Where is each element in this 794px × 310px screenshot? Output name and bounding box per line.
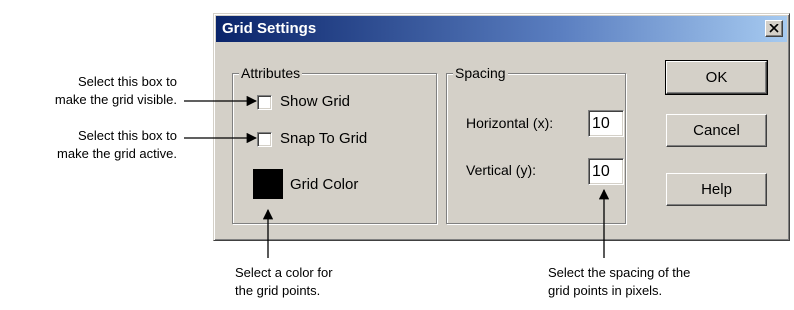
snap-to-grid-checkbox[interactable] [257, 131, 272, 147]
snap-to-grid-checkbox-row[interactable]: Snap To Grid [257, 130, 367, 148]
annotation-line: Select a color for [235, 265, 333, 280]
annotation-line: make the grid active. [57, 146, 177, 161]
dialog-title: Grid Settings [222, 20, 317, 37]
horizontal-spacing-input[interactable]: 10 [588, 110, 624, 137]
attributes-legend: Attributes [239, 65, 303, 81]
annotation-show-grid: Select this box to make the grid visible… [55, 73, 177, 109]
vertical-spacing-input[interactable]: 10 [588, 158, 624, 185]
annotation-spacing: Select the spacing of the grid points in… [548, 264, 690, 300]
annotation-line: Select the spacing of the [548, 265, 691, 280]
vertical-spacing-label: Vertical (y): [466, 162, 537, 178]
annotation-line: make the grid visible. [54, 92, 177, 107]
title-bar[interactable]: Grid Settings [216, 16, 787, 42]
ok-button[interactable]: OK [665, 60, 768, 95]
spacing-groupbox: Spacing [446, 65, 626, 224]
show-grid-checkbox[interactable] [257, 94, 272, 110]
horizontal-spacing-label: Horizontal (x): [466, 115, 554, 131]
annotation-snap-to-grid: Select this box to make the grid active. [57, 127, 177, 163]
show-grid-checkbox-row[interactable]: Show Grid [257, 93, 350, 111]
annotation-line: Select this box to [78, 128, 177, 143]
snap-to-grid-label: Snap To Grid [280, 130, 368, 147]
show-grid-label: Show Grid [280, 93, 351, 110]
page: Select this box to make the grid visible… [0, 0, 794, 310]
annotation-line: the grid points. [235, 283, 321, 298]
close-x-icon [769, 24, 779, 33]
annotation-line: Select this box to [78, 74, 177, 89]
grid-color-swatch[interactable] [253, 169, 283, 199]
close-button[interactable] [765, 20, 783, 37]
grid-color-label: Grid Color [290, 176, 359, 193]
help-button[interactable]: Help [666, 173, 767, 206]
spacing-legend: Spacing [453, 65, 508, 81]
annotation-line: grid points in pixels. [548, 283, 663, 298]
cancel-button[interactable]: Cancel [666, 114, 767, 147]
annotation-grid-color: Select a color for the grid points. [235, 264, 333, 300]
